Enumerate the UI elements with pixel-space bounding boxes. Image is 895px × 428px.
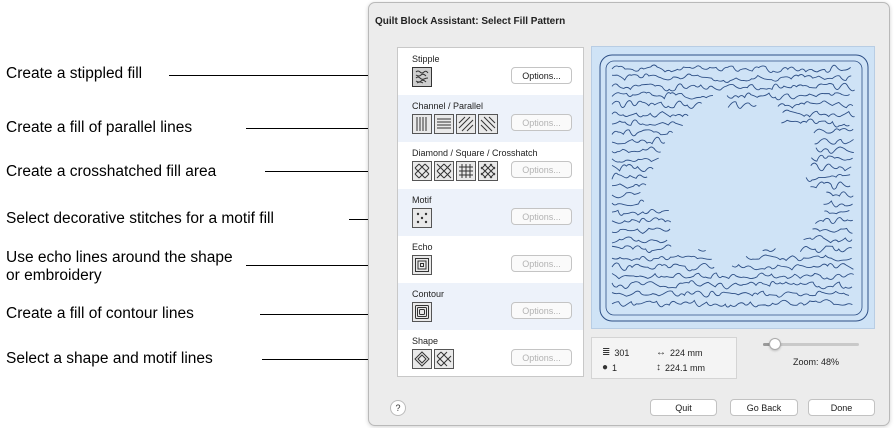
group-echo: Echo Options... xyxy=(398,236,583,283)
crosshatch-options-button[interactable]: Options... xyxy=(511,161,572,178)
pattern-preview xyxy=(591,46,875,329)
motif-icon[interactable] xyxy=(412,208,432,228)
group-label-echo: Echo xyxy=(412,242,433,252)
echo-options-button[interactable]: Options... xyxy=(511,255,572,272)
diamond-icon[interactable] xyxy=(412,161,432,181)
group-motif: Motif Options... xyxy=(398,189,583,236)
color-count-icon: ● xyxy=(602,362,609,373)
go-back-button[interactable]: Go Back xyxy=(730,399,798,416)
zoom-label: Zoom: 48% xyxy=(793,357,840,367)
zoom-control: Zoom: 48% xyxy=(743,337,875,379)
group-label-crosshatch: Diamond / Square / Crosshatch xyxy=(412,148,538,158)
design-height: 224.1 mm xyxy=(665,362,706,373)
echo-icon[interactable] xyxy=(412,255,432,275)
shape-icon[interactable] xyxy=(412,349,432,369)
width-icon: ↔ xyxy=(656,347,666,358)
group-label-shape: Shape xyxy=(412,336,439,346)
help-button[interactable]: ? xyxy=(390,400,406,416)
group-crosshatch: Diamond / Square / Crosshatch Options... xyxy=(398,142,583,189)
height-icon: ↕ xyxy=(656,362,661,373)
stipple-preview-graphic xyxy=(599,54,869,322)
group-label-contour: Contour xyxy=(412,289,445,299)
callout-channel: Create a fill of parallel lines xyxy=(6,119,193,136)
channel-options-button[interactable]: Options... xyxy=(511,114,572,131)
diagonal-lines-icon[interactable] xyxy=(456,114,476,134)
stipple-line xyxy=(611,64,855,308)
callout-motif: Select decorative stitches for a motif f… xyxy=(6,210,274,227)
vertical-lines-icon[interactable] xyxy=(412,114,432,134)
square-grid-icon[interactable] xyxy=(456,161,476,181)
group-stipple: Stipple Options... xyxy=(398,48,583,95)
motif-options-button[interactable]: Options... xyxy=(511,208,572,225)
diagonal-lines-alt-icon[interactable] xyxy=(478,114,498,134)
diamond-alt-icon[interactable] xyxy=(478,161,498,181)
dialog-title: Quilt Block Assistant: Select Fill Patte… xyxy=(375,16,566,27)
fill-pattern-list: Stipple Options... Channel / Parallel Op… xyxy=(397,47,584,377)
shape-motif-icon[interactable] xyxy=(434,349,454,369)
zoom-slider-handle[interactable] xyxy=(769,338,781,350)
horizontal-lines-icon[interactable] xyxy=(434,114,454,134)
shape-options-button[interactable]: Options... xyxy=(511,349,572,366)
group-channel: Channel / Parallel Options... xyxy=(398,95,583,142)
group-label-stipple: Stipple xyxy=(412,54,440,64)
done-button[interactable]: Done xyxy=(808,399,875,416)
crosshatch-icon[interactable] xyxy=(434,161,454,181)
callout-stipple: Create a stippled fill xyxy=(6,65,143,82)
group-label-channel: Channel / Parallel xyxy=(412,101,484,111)
group-label-motif: Motif xyxy=(412,195,432,205)
stipple-options-button[interactable]: Options... xyxy=(511,67,572,84)
callout-crosshatch: Create a crosshatched fill area xyxy=(6,163,217,180)
color-count: 1 xyxy=(612,362,618,373)
group-contour: Contour Options... xyxy=(398,283,583,330)
callout-shape: Select a shape and motif lines xyxy=(6,350,213,367)
design-width: 224 mm xyxy=(670,347,703,358)
callout-contour: Create a fill of contour lines xyxy=(6,305,194,322)
stitch-count-icon: ≣ xyxy=(602,347,611,358)
stitch-count: 301 xyxy=(614,347,630,358)
quit-button[interactable]: Quit xyxy=(650,399,717,416)
contour-icon[interactable] xyxy=(412,302,432,322)
stipple-icon[interactable] xyxy=(412,67,432,87)
contour-options-button[interactable]: Options... xyxy=(511,302,572,319)
group-shape: Shape Options... xyxy=(398,330,583,376)
design-stats-panel: ≣ 301 ● 1 ↔ 224 mm ↕ 224.1 mm xyxy=(591,337,737,379)
callout-echo: Use echo lines around the shape or embro… xyxy=(6,249,233,284)
